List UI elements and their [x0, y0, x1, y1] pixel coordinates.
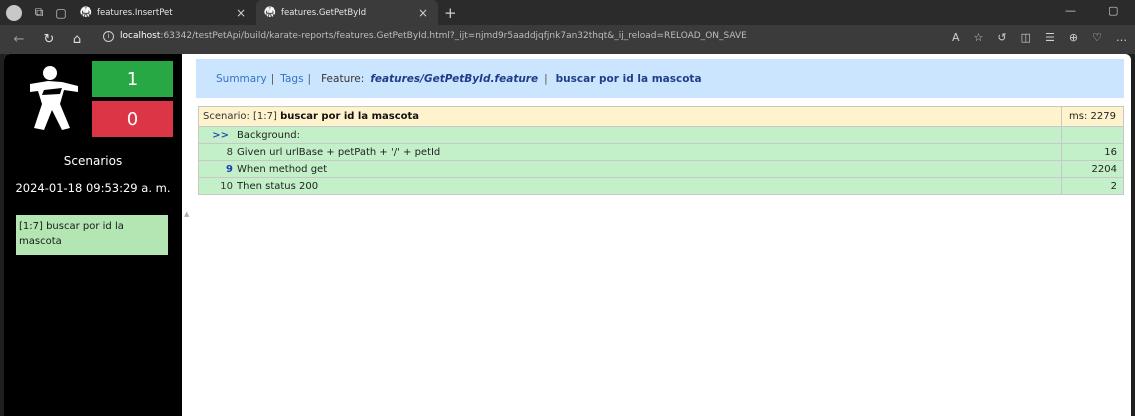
scenario-duration: ms: 2279 — [1061, 106, 1124, 127]
step-row: 10 Then status 200 2 — [198, 177, 1124, 195]
step-text: Background: — [237, 129, 301, 141]
passed-count: 1 — [92, 61, 173, 97]
tab-insert-pet[interactable]: 🥋 features.InsertPet × — [72, 0, 256, 25]
step-text: Then status 200 — [237, 180, 319, 192]
scroll-up-arrow-icon[interactable]: ▲ — [184, 210, 189, 218]
step-text: Given url urlBase + petPath + '/' + petI… — [237, 146, 441, 158]
separator: | — [544, 72, 548, 85]
feature-name: features/GetPetById.feature — [370, 72, 539, 85]
site-info-icon[interactable]: i — [103, 31, 114, 42]
browser-essentials-icon[interactable]: ♡ — [1092, 31, 1102, 44]
read-aloud-icon[interactable]: A — [952, 31, 960, 44]
step-duration: 16 — [1061, 143, 1124, 161]
tab-actions-icon[interactable]: ▢ — [50, 0, 72, 25]
step-line-number: 10 — [220, 180, 233, 192]
step-row: >> Background: — [198, 126, 1124, 144]
tab-get-pet-by-id[interactable]: 🥋 features.GetPetById × — [256, 0, 438, 25]
failed-count: 0 — [92, 101, 173, 137]
favorites-icon[interactable]: ☰ — [1045, 31, 1055, 44]
split-screen-icon[interactable]: ◫ — [1021, 31, 1031, 44]
scenario-row: Scenario: [1:7] buscar por id la mascota… — [198, 106, 1124, 127]
profile-avatar[interactable] — [6, 4, 22, 21]
scenario-label: Scenario: [1:7] — [203, 111, 277, 122]
step-text: When method get — [237, 163, 328, 175]
karate-favicon-icon: 🥋 — [79, 7, 93, 18]
step-row: 9 When method get 2204 — [198, 160, 1124, 178]
header-scenario-name: buscar por id la mascota — [555, 72, 702, 85]
more-options-icon[interactable]: … — [1116, 31, 1127, 44]
background-marker[interactable]: >> — [212, 130, 229, 141]
separator: | — [307, 72, 312, 85]
collections-icon[interactable]: ⊕ — [1069, 31, 1078, 44]
step-line-number: 8 — [226, 146, 233, 158]
scenarios-title: Scenarios — [63, 154, 123, 168]
karate-favicon-icon: 🥋 — [263, 7, 277, 18]
scenario-name: buscar por id la mascota — [280, 111, 420, 122]
step-duration — [1061, 126, 1124, 144]
karate-logo-icon — [30, 66, 78, 130]
extension-icon[interactable]: ↺ — [997, 31, 1006, 44]
favorite-star-icon[interactable]: ☆ — [974, 31, 984, 44]
minimize-icon[interactable]: — — [1065, 4, 1076, 17]
scenario-nav-link[interactable]: [1:7] buscar por id la mascota — [16, 215, 168, 255]
close-tab-icon[interactable]: × — [236, 6, 246, 20]
scenario-table: Scenario: [1:7] buscar por id la mascota… — [198, 106, 1124, 195]
restore-icon[interactable]: ▢ — [1108, 4, 1118, 17]
tags-link[interactable]: Tags — [280, 73, 303, 85]
step-line-number: 9 — [226, 163, 233, 175]
home-icon[interactable]: ⌂ — [66, 32, 88, 47]
tab-title: features.GetPetById — [281, 7, 367, 18]
step-duration: 2204 — [1061, 160, 1124, 178]
address-bar: ← ↻ ⌂ i localhost:63342/testPetApi/build… — [0, 25, 1135, 54]
feature-header: Summary | Tags | Feature: features/GetPe… — [196, 59, 1124, 98]
close-tab-icon[interactable]: × — [418, 6, 428, 20]
sidebar: 1 0 Scenarios 2024-01-18 09:53:29 a. m. … — [4, 54, 182, 416]
report-date: 2024-01-18 09:53:29 a. m. — [15, 181, 171, 195]
tab-title: features.InsertPet — [97, 7, 173, 18]
feature-label: Feature: — [321, 72, 365, 85]
step-row: 8 Given url urlBase + petPath + '/' + pet… — [198, 143, 1124, 161]
tab-bar: ⧉ ▢ 🥋 features.InsertPet × 🥋 features.Ge… — [0, 0, 1135, 25]
back-icon[interactable]: ← — [8, 32, 30, 47]
summary-link[interactable]: Summary — [216, 73, 267, 85]
workspaces-icon[interactable]: ⧉ — [28, 0, 50, 25]
step-duration: 2 — [1061, 177, 1124, 195]
new-tab-button[interactable]: + — [444, 4, 457, 22]
separator: | — [270, 72, 275, 85]
url-field[interactable]: localhost:63342/testPetApi/build/karate-… — [120, 31, 747, 41]
refresh-icon[interactable]: ↻ — [38, 32, 60, 47]
report-page: 1 0 Scenarios 2024-01-18 09:53:29 a. m. … — [4, 54, 1131, 416]
